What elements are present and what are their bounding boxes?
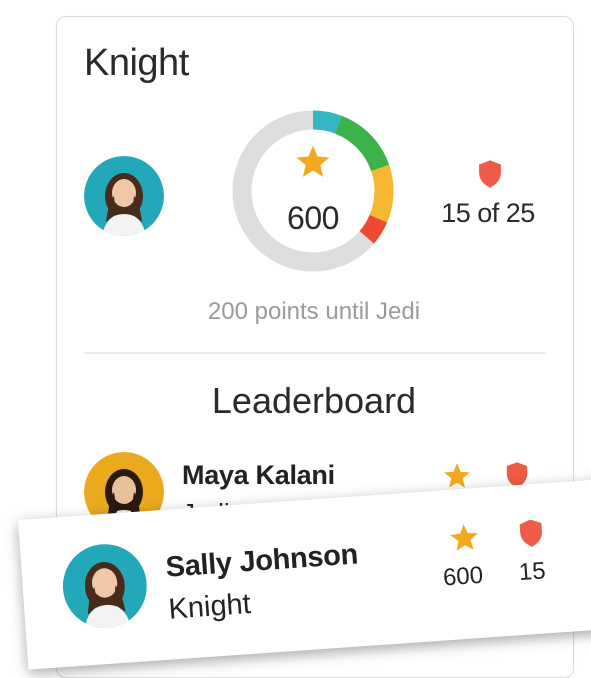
star-icon — [447, 522, 481, 559]
leaderboard-title: Leaderboard — [211, 380, 417, 421]
leaderboard-points: 600 — [442, 561, 484, 592]
leaderboard-badges: 15 — [517, 557, 547, 587]
leaderboard-name: Sally Johnson — [164, 538, 360, 584]
shield-badge-icon — [476, 159, 504, 194]
shield-badge-icon — [516, 517, 546, 554]
leaderboard-rank: Knight — [167, 588, 252, 626]
leaderboard-name: Maya Kalani — [182, 460, 335, 490]
badges-count: 15 of 25 — [441, 198, 535, 228]
user-avatar — [84, 156, 164, 236]
divider — [84, 352, 546, 354]
points-value: 600 — [287, 200, 339, 236]
avatar — [60, 541, 150, 631]
rank-title: Knight — [84, 42, 189, 84]
points-progress-ring: 600 — [230, 108, 396, 274]
points-until-next-rank: 200 points until Jedi — [207, 298, 421, 325]
